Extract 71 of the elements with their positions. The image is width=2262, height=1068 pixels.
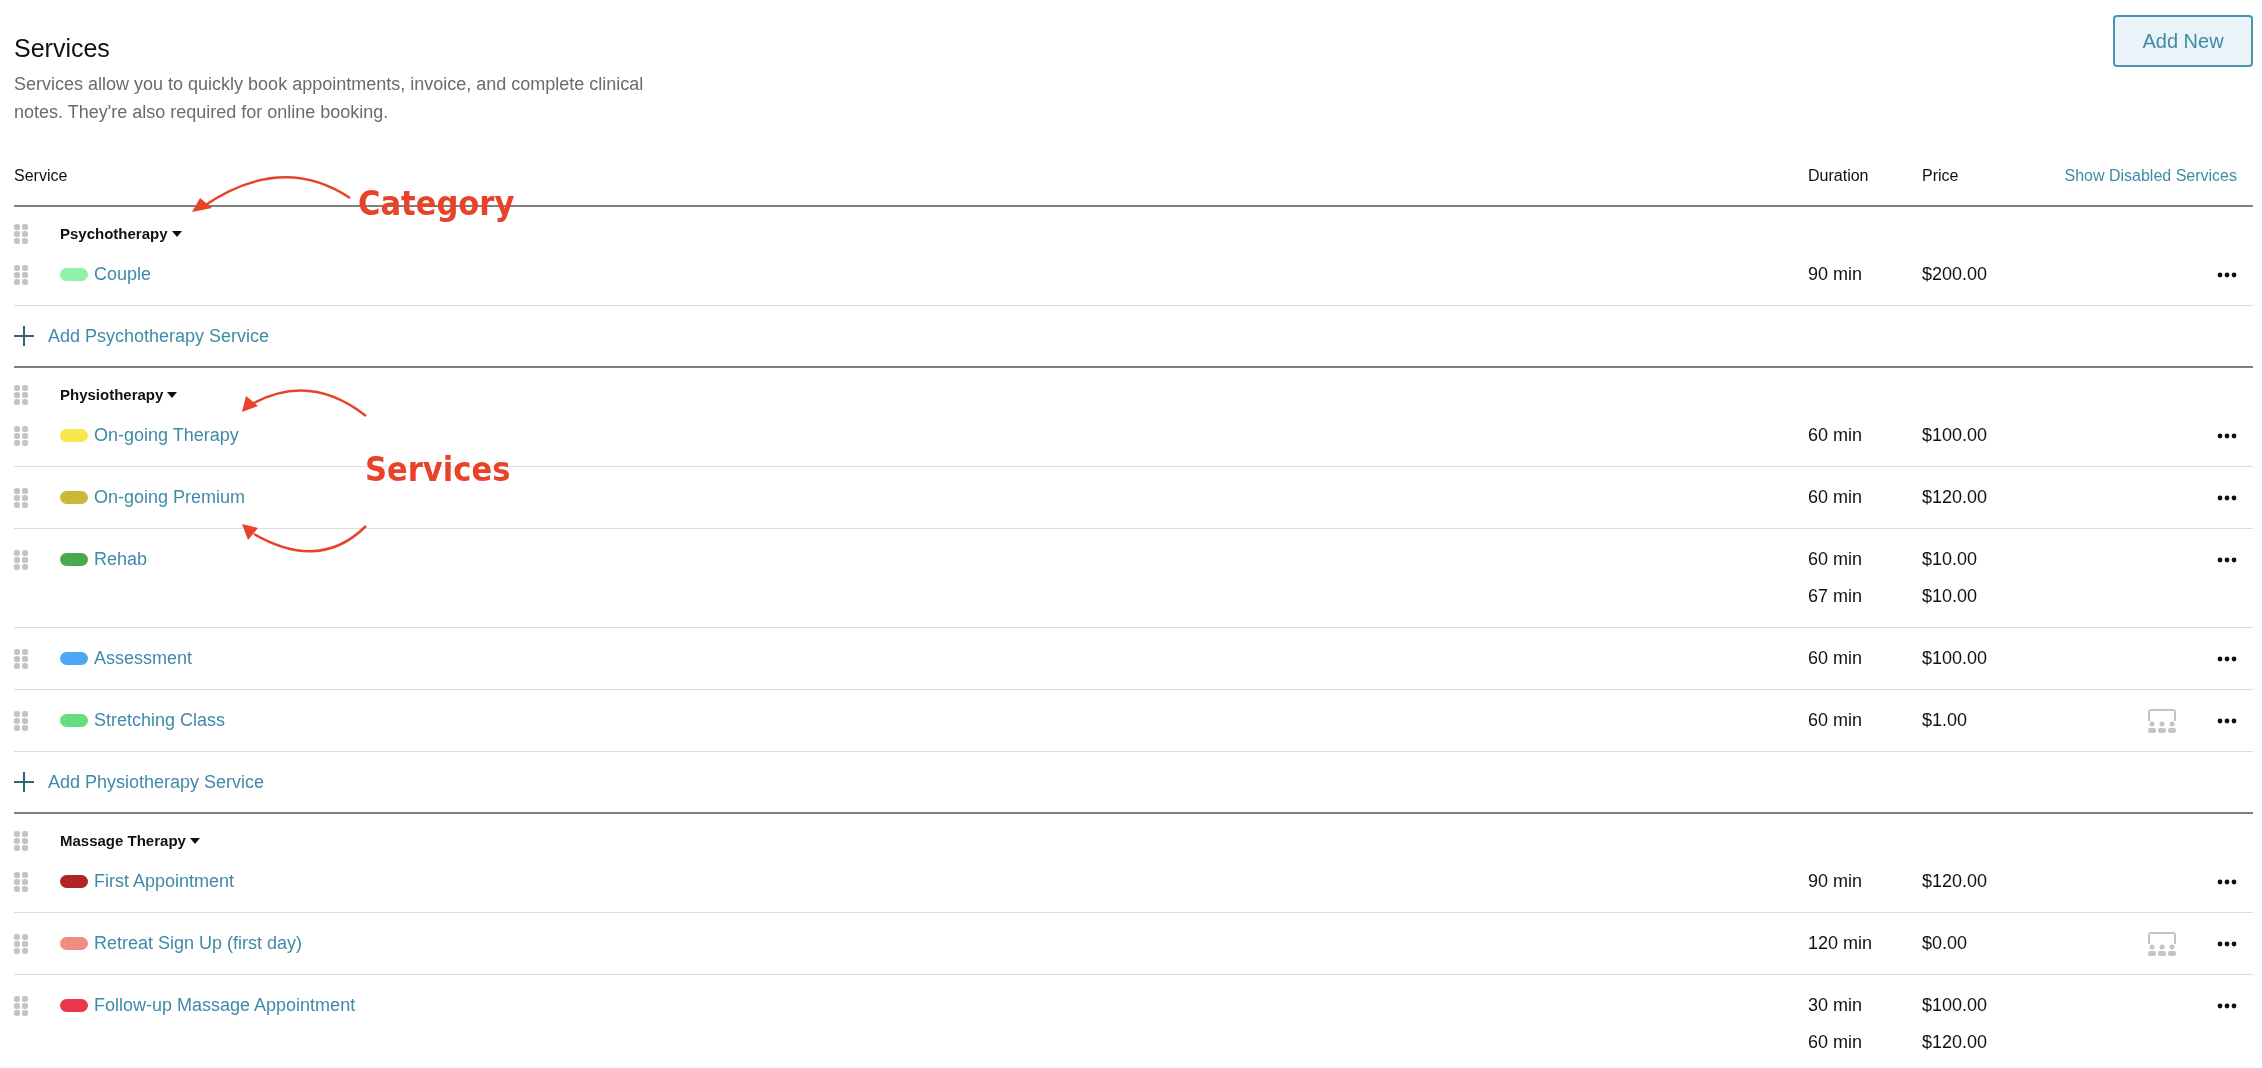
price-text: $10.00 (1922, 585, 1978, 608)
drag-handle-icon[interactable] (14, 487, 28, 508)
service-name-link[interactable]: Assessment (94, 640, 193, 677)
price-text: $1.00 (1922, 709, 1968, 732)
price-text: $200.00 (1922, 263, 1988, 286)
column-header: Service (14, 166, 68, 186)
price-text: $0.00 (1922, 932, 1968, 955)
category-dropdown[interactable]: Physiotherapy (60, 383, 178, 407)
caret-icon (171, 231, 182, 237)
service-name-link[interactable]: Couple (94, 256, 152, 293)
drag-handle-icon[interactable] (14, 385, 28, 405)
duration-text: 67 min (1808, 585, 1863, 608)
duration-text: 30 min (1808, 994, 1863, 1017)
service-name-link[interactable]: Rehab (94, 541, 148, 578)
duration-text: 60 min (1808, 548, 1863, 571)
category-dropdown[interactable]: Psychotherapy (60, 222, 182, 246)
plus-icon (14, 326, 34, 346)
drag-handle-icon[interactable] (14, 831, 28, 851)
drag-handle-icon[interactable] (14, 871, 28, 892)
duration-text: 90 min (1808, 870, 1863, 893)
annotation-label: Services (365, 452, 511, 486)
more-options-icon[interactable] (2217, 556, 2237, 563)
service-name-link[interactable]: Stretching Class (94, 702, 226, 739)
column-header: Duration (1808, 166, 1869, 186)
more-options-icon[interactable] (2217, 432, 2237, 439)
service-name-link[interactable]: First Appointment (94, 863, 235, 900)
service-name-link[interactable]: Retreat Sign Up (first day) (94, 925, 303, 962)
drag-handle-icon[interactable] (14, 710, 28, 731)
drag-handle-icon[interactable] (14, 648, 28, 669)
drag-handle-icon[interactable] (14, 224, 28, 244)
group-class-icon (2147, 931, 2177, 956)
caret-icon (167, 392, 178, 398)
add-service-link[interactable]: Add Physiotherapy Service (14, 768, 265, 796)
service-name-link[interactable]: Follow-up Massage Appointment (94, 987, 356, 1024)
more-options-icon[interactable] (2217, 878, 2237, 885)
price-text: $120.00 (1922, 1031, 1988, 1054)
duration-text: 60 min (1808, 709, 1863, 732)
price-text: $120.00 (1922, 870, 1988, 893)
group-class-icon (2147, 708, 2177, 733)
more-options-icon[interactable] (2217, 940, 2237, 947)
duration-text: 60 min (1808, 486, 1863, 509)
price-text: $100.00 (1922, 647, 1988, 670)
caret-icon (189, 838, 200, 844)
page-title: Services (14, 33, 111, 63)
more-options-icon[interactable] (2217, 717, 2237, 724)
duration-text: 60 min (1808, 647, 1863, 670)
add-new-button[interactable]: Add New (2113, 15, 2253, 67)
more-options-icon[interactable] (2217, 655, 2237, 662)
more-options-icon[interactable] (2217, 271, 2237, 278)
duration-text: 90 min (1808, 263, 1863, 286)
plus-icon (14, 772, 34, 792)
price-text: $10.00 (1922, 548, 1978, 571)
drag-handle-icon[interactable] (14, 425, 28, 446)
price-text: $120.00 (1922, 486, 1988, 509)
duration-text: 60 min (1808, 1031, 1863, 1054)
drag-handle-icon[interactable] (14, 995, 28, 1016)
drag-handle-icon[interactable] (14, 264, 28, 285)
more-options-icon[interactable] (2217, 494, 2237, 501)
service-name-link[interactable]: On-going Therapy (94, 417, 239, 454)
price-text: $100.00 (1922, 994, 1988, 1017)
price-text: $100.00 (1922, 424, 1988, 447)
page-description: Services allow you to quickly book appointments, invoice, and complete clinical notes. They're also required for online booking. (14, 73, 645, 124)
more-options-icon[interactable] (2217, 1002, 2237, 1009)
service-name-link[interactable]: On-going Premium (94, 479, 246, 516)
add-service-link[interactable]: Add Psychotherapy Service (14, 322, 270, 350)
duration-text: 120 min (1808, 932, 1873, 955)
category-dropdown[interactable]: Massage Therapy (60, 829, 200, 853)
column-header: Price (1922, 166, 1959, 186)
drag-handle-icon[interactable] (14, 549, 28, 570)
duration-text: 60 min (1808, 424, 1863, 447)
drag-handle-icon[interactable] (14, 933, 28, 954)
